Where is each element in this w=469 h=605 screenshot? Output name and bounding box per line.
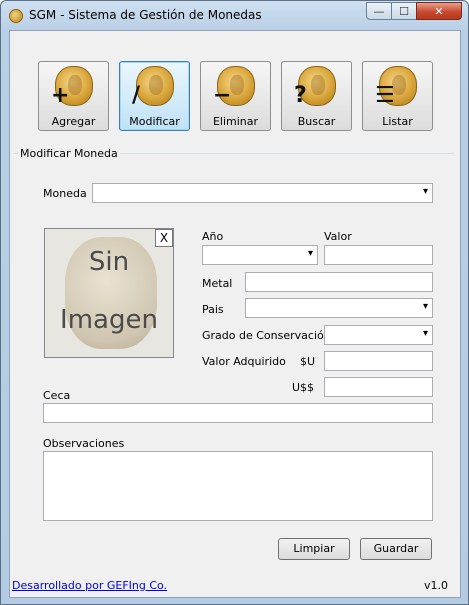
- valor-adquirido-uy-input[interactable]: [324, 351, 433, 371]
- list-icon: ☰: [375, 83, 395, 108]
- eliminar-button[interactable]: − Eliminar: [200, 61, 271, 131]
- buscar-button[interactable]: ? Buscar: [281, 61, 352, 131]
- valor-adquirido-us-input[interactable]: [324, 377, 433, 397]
- valor-adquirido-label: Valor Adquirido: [202, 355, 286, 368]
- valor-label: Valor: [324, 230, 352, 243]
- minimize-icon: —: [373, 4, 385, 18]
- metal-label: Metal: [202, 277, 233, 290]
- observaciones-textarea[interactable]: [43, 451, 433, 521]
- pais-select[interactable]: [245, 298, 433, 318]
- remove-image-button[interactable]: X: [155, 229, 173, 247]
- app-coin-icon: [9, 9, 23, 23]
- valor-input[interactable]: [324, 245, 433, 265]
- limpiar-button[interactable]: Limpiar: [278, 538, 350, 560]
- modificar-moneda-group: Modificar Moneda Moneda Sin Imagen X Año…: [14, 147, 455, 591]
- client-area: + Agregar / Modificar − Eliminar ? Busca…: [9, 30, 461, 598]
- ceca-input[interactable]: [43, 403, 433, 423]
- agregar-label: Agregar: [51, 115, 96, 128]
- title-bar[interactable]: SGM - Sistema de Gestión de Monedas — ☐ …: [1, 1, 468, 29]
- listar-label: Listar: [382, 115, 413, 128]
- question-icon: ?: [294, 83, 307, 108]
- anio-label: Año: [202, 230, 224, 243]
- pais-label: Pais: [202, 303, 224, 316]
- metal-input[interactable]: [245, 272, 433, 292]
- modificar-label: Modificar: [129, 115, 180, 128]
- buscar-label: Buscar: [297, 115, 336, 128]
- toolbar: + Agregar / Modificar − Eliminar ? Busca…: [10, 31, 460, 139]
- minus-icon: −: [213, 83, 232, 108]
- conservacion-label: Grado de Conservación: [202, 329, 331, 342]
- minimize-button[interactable]: —: [366, 2, 392, 20]
- currency-us-label: U$$: [292, 381, 315, 394]
- version-label: v1.0: [424, 579, 449, 592]
- moneda-select[interactable]: [92, 183, 433, 203]
- pencil-icon: /: [132, 83, 141, 108]
- coin-image-box[interactable]: Sin Imagen X: [44, 228, 174, 358]
- agregar-button[interactable]: + Agregar: [38, 61, 109, 131]
- close-button[interactable]: ✕: [416, 2, 462, 20]
- moneda-label: Moneda: [43, 187, 87, 200]
- main-window: SGM - Sistema de Gestión de Monedas — ☐ …: [0, 0, 469, 605]
- observaciones-label: Observaciones: [43, 437, 125, 450]
- no-image-text-2: Imagen: [60, 305, 158, 335]
- eliminar-label: Eliminar: [212, 115, 259, 128]
- plus-icon: +: [51, 83, 70, 108]
- ceca-label: Ceca: [43, 389, 71, 402]
- currency-uy-label: $U: [300, 355, 316, 368]
- no-image-text-1: Sin: [88, 247, 130, 277]
- guardar-button[interactable]: Guardar: [360, 538, 432, 560]
- close-icon: ✕: [434, 4, 444, 18]
- developer-link[interactable]: Desarrollado por GEFIng Co.: [12, 579, 167, 592]
- group-title: Modificar Moneda: [18, 147, 120, 160]
- window-title: SGM - Sistema de Gestión de Monedas: [29, 8, 262, 22]
- modificar-button[interactable]: / Modificar: [119, 61, 190, 131]
- coin-icon: [136, 66, 174, 106]
- maximize-icon: ☐: [399, 4, 409, 18]
- conservacion-select[interactable]: [324, 325, 433, 345]
- anio-select[interactable]: [202, 245, 318, 265]
- listar-button[interactable]: ☰ Listar: [362, 61, 433, 131]
- maximize-button[interactable]: ☐: [391, 2, 417, 20]
